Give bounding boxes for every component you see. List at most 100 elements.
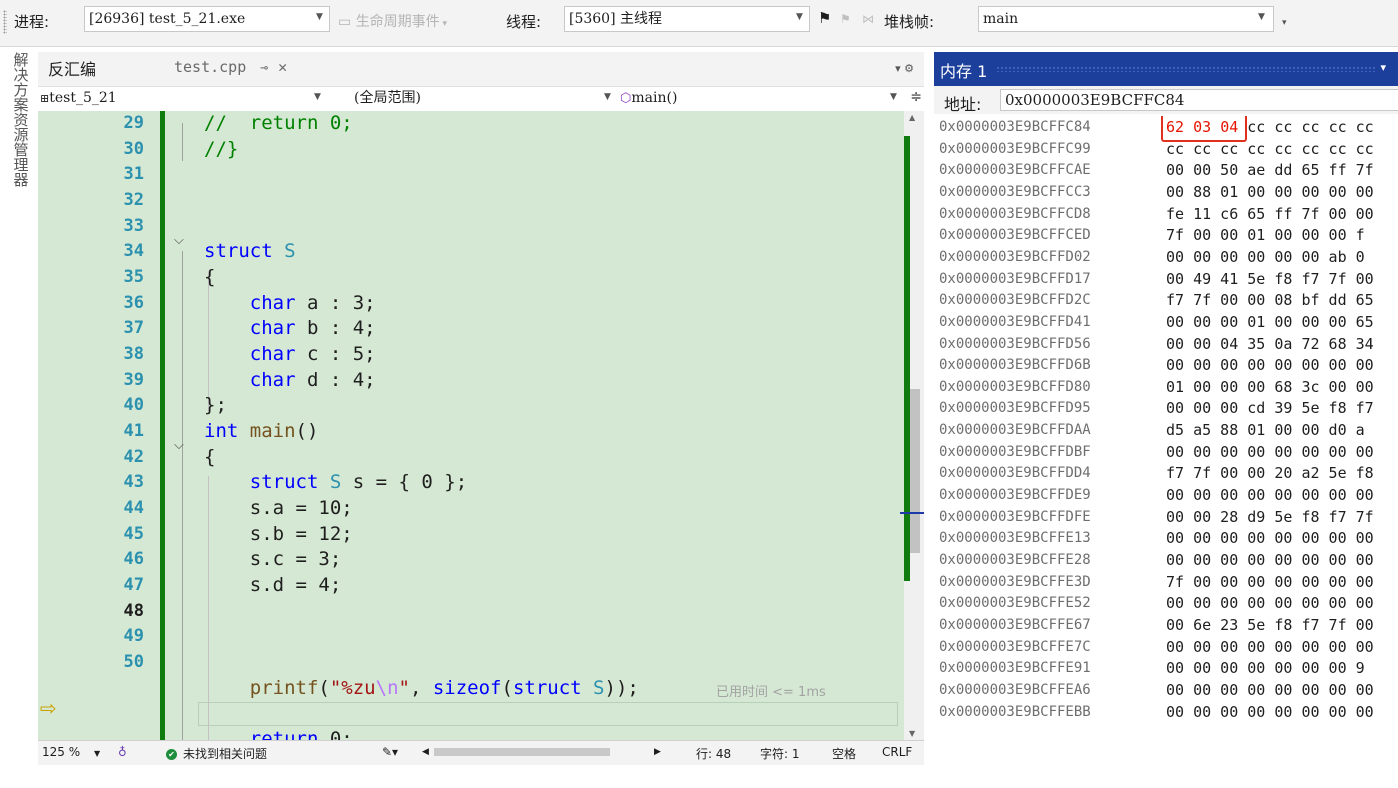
memory-row[interactable]: 0x0000003E9BCFFE3D 7f 00 00 00 00 00 00 0…: [934, 571, 1398, 593]
process-combo[interactable]: [26936] test_5_21.exe: [84, 6, 330, 32]
memory-byte: cc: [1301, 118, 1329, 136]
close-icon[interactable]: ✕: [278, 58, 287, 76]
collapse-icon[interactable]: ⌵: [174, 438, 184, 453]
tab-file-label: test.cpp: [174, 58, 247, 76]
line-number: 37: [123, 318, 144, 339]
memory-row[interactable]: 0x0000003E9BCFFDFE 00 00 28 d9 5e f8 f7 7…: [934, 506, 1398, 528]
memory-row[interactable]: 0x0000003E9BCFFDD4 f7 7f 00 00 20 a2 5e f…: [934, 462, 1398, 484]
collapse-icon[interactable]: ⌵: [174, 233, 184, 248]
scroll-right-icon[interactable]: ▶: [654, 747, 661, 757]
pin-icon[interactable]: ⊸: [260, 61, 268, 76]
zoom-value: 125 %: [42, 745, 81, 759]
memory-bytes: 00 00 28 d9 5e f8 f7 7f: [1166, 507, 1374, 526]
line-indicator: 行: 48: [696, 747, 732, 761]
memory-row[interactable]: 0x0000003E9BCFFCAE 00 00 50 ae dd 65 ff 7…: [934, 159, 1398, 181]
scroll-down-icon[interactable]: ▼: [909, 729, 915, 738]
show-threads-icon[interactable]: ⋈: [862, 12, 874, 26]
memory-bytes: 00 00 00 01 00 00 00 65: [1166, 312, 1374, 331]
memory-address: 0x0000003E9BCFFE7C: [939, 638, 1091, 655]
memory-address: 0x0000003E9BCFFCED: [939, 227, 1091, 244]
flag-icon[interactable]: ⚑: [818, 9, 831, 27]
memory-row[interactable]: 0x0000003E9BCFFE7C 00 00 00 00 00 00 00 0…: [934, 636, 1398, 658]
tab-menu-icon[interactable]: ▾ ⚙: [895, 62, 914, 75]
zoom-combo[interactable]: 125 % ▼: [42, 745, 100, 759]
line-number: 29: [123, 113, 144, 133]
memory-title-bar[interactable]: 内存 1 ▾: [934, 52, 1398, 86]
memory-row[interactable]: 0x0000003E9BCFFCED 7f 00 00 01 00 00 00 f: [934, 224, 1398, 246]
function-combo[interactable]: ⬡main(): [620, 87, 677, 110]
horizontal-scrollbar-thumb[interactable]: [434, 748, 610, 756]
memory-address: 0x0000003E9BCFFD02: [939, 248, 1091, 265]
memory-address: 0x0000003E9BCFFDAA: [939, 422, 1091, 439]
lifecycle-label: 生命周期事件: [355, 14, 440, 30]
editor-vertical-scrollbar[interactable]: ▲ ▼: [900, 111, 924, 740]
memory-row[interactable]: 0x0000003E9BCFFD80 01 00 00 00 68 3c 00 0…: [934, 376, 1398, 398]
window-menu-icon[interactable]: ▾: [1380, 61, 1386, 74]
memory-window: 内存 1 ▾ 地址: 0x0000003E9BCFFC84 0x0000003E…: [934, 52, 1398, 764]
memory-row[interactable]: 0x0000003E9BCFFCD8 fe 11 c6 65 ff 7f 00 0…: [934, 203, 1398, 225]
chevron-down-icon[interactable]: ▼: [316, 12, 323, 22]
memory-row[interactable]: 0x0000003E9BCFFE67 00 6e 23 5e f8 f7 7f 0…: [934, 614, 1398, 636]
toolbar-overflow-icon[interactable]: ▾: [1282, 18, 1287, 28]
memory-row[interactable]: 0x0000003E9BCFFDE9 00 00 00 00 00 00 00 0…: [934, 484, 1398, 506]
code-area[interactable]: 29 30 31 32 33 34 35 36 37 38 39 40 41 42 43 44 45 46 47 48…: [38, 111, 904, 740]
memory-row[interactable]: 0x0000003E9BCFFD95 00 00 00 cd 39 5e f8 f…: [934, 397, 1398, 419]
toolbar-grip[interactable]: [3, 10, 7, 34]
tab-disassembly[interactable]: 反汇编: [48, 56, 96, 80]
memory-row[interactable]: 0x0000003E9BCFFE91 00 00 00 00 00 00 00 9: [934, 657, 1398, 679]
current-statement-arrow-icon: ⇨: [40, 696, 57, 720]
debug-toolbar: 进程: [26936] test_5_21.exe ▼ ▭ 生命周期事件 ▾ 线…: [0, 0, 1398, 47]
memory-row[interactable]: 0x0000003E9BCFFD6B 00 00 00 00 00 00 00 0…: [934, 354, 1398, 376]
scroll-left-icon[interactable]: ◀: [422, 747, 429, 757]
intellicode-icon[interactable]: ♁: [118, 745, 127, 759]
memory-row[interactable]: 0x0000003E9BCFFE13 00 00 00 00 00 00 00 0…: [934, 527, 1398, 549]
memory-bytes: fe 11 c6 65 ff 7f 00 00: [1166, 204, 1374, 223]
tab-test-cpp[interactable]: test.cpp ⊸ ✕: [174, 58, 287, 76]
memory-bytes: 01 00 00 00 68 3c 00 00: [1166, 377, 1374, 396]
memory-row[interactable]: 0x0000003E9BCFFD41 00 00 00 01 00 00 00 6…: [934, 311, 1398, 333]
scrollbar-thumb[interactable]: [910, 389, 920, 553]
memory-row[interactable]: 0x0000003E9BCFFEA6 00 00 00 00 00 00 00 0…: [934, 679, 1398, 701]
code-line-29: // return 0;: [204, 112, 353, 134]
line-number: 38: [123, 344, 144, 365]
flag-threads-icon[interactable]: ⚑: [840, 12, 851, 26]
address-input[interactable]: 0x0000003E9BCFFC84: [1000, 89, 1398, 111]
memory-row[interactable]: 0x0000003E9BCFFEBB 00 00 00 00 00 00 00 0…: [934, 701, 1398, 723]
chevron-down-icon[interactable]: ▼: [314, 92, 321, 102]
memory-row[interactable]: 0x0000003E9BCFFD2C f7 7f 00 00 08 bf dd 6…: [934, 289, 1398, 311]
code-line-44: s.b = 12;: [204, 523, 353, 545]
memory-row[interactable]: 0x0000003E9BCFFD56 00 00 04 35 0a 72 68 3…: [934, 333, 1398, 355]
stack-frame-combo[interactable]: main: [978, 6, 1274, 32]
memory-row[interactable]: 0x0000003E9BCFFE52 00 00 00 00 00 00 00 0…: [934, 592, 1398, 614]
code-line-30: //}: [204, 138, 239, 160]
memory-bytes: 00 00 00 00 00 00 00 00: [1166, 594, 1374, 613]
cleanup-icon[interactable]: ✎▾: [382, 745, 398, 759]
memory-row[interactable]: 0x0000003E9BCFFE28 00 00 00 00 00 00 00 0…: [934, 549, 1398, 571]
chevron-down-icon[interactable]: ▼: [890, 92, 897, 102]
memory-row[interactable]: 0x0000003E9BCFFDAA d5 a5 88 01 00 00 d0 a: [934, 419, 1398, 441]
chevron-down-icon[interactable]: ▼: [604, 92, 611, 102]
chevron-down-icon[interactable]: ▼: [796, 12, 803, 22]
thread-combo[interactable]: [5360] 主线程: [564, 6, 810, 32]
project-combo[interactable]: ⊞test_5_21: [40, 87, 117, 110]
scroll-up-icon[interactable]: ▲: [909, 113, 915, 122]
memory-row[interactable]: 0x0000003E9BCFFCC3 00 88 01 00 00 00 00 0…: [934, 181, 1398, 203]
memory-row[interactable]: 0x0000003E9BCFFDBF 00 00 00 00 00 00 00 0…: [934, 441, 1398, 463]
indent-guide: [182, 251, 183, 463]
solution-explorer-tab[interactable]: 解决方案资源管理器: [6, 52, 34, 191]
scope-combo[interactable]: (全局范围): [354, 87, 421, 110]
split-editor-icon[interactable]: ≑: [910, 89, 922, 105]
line-number: 41: [123, 421, 144, 442]
lifecycle-events-button[interactable]: ▭ 生命周期事件 ▾: [338, 11, 447, 31]
calendar-icon: ▭: [338, 14, 356, 30]
chevron-down-icon[interactable]: ▼: [1258, 12, 1265, 22]
code-line-42: struct S s = { 0 };: [249, 471, 468, 493]
thread-value: [5360] 主线程: [569, 11, 663, 27]
line-number: 46: [123, 549, 144, 570]
memory-row[interactable]: 0x0000003E9BCFFD17 00 49 41 5e f8 f7 7f 0…: [934, 268, 1398, 290]
memory-rows[interactable]: 0x0000003E9BCFFC84 62 03 04 cc cc cc cc c…: [934, 116, 1398, 764]
issues-indicator[interactable]: ✔ 未找到相关问题: [166, 745, 267, 762]
memory-row[interactable]: 0x0000003E9BCFFD02 00 00 00 00 00 00 ab 0: [934, 246, 1398, 268]
eol-indicator[interactable]: CRLF: [882, 745, 912, 759]
whitespace-indicator[interactable]: 空格: [832, 745, 856, 762]
